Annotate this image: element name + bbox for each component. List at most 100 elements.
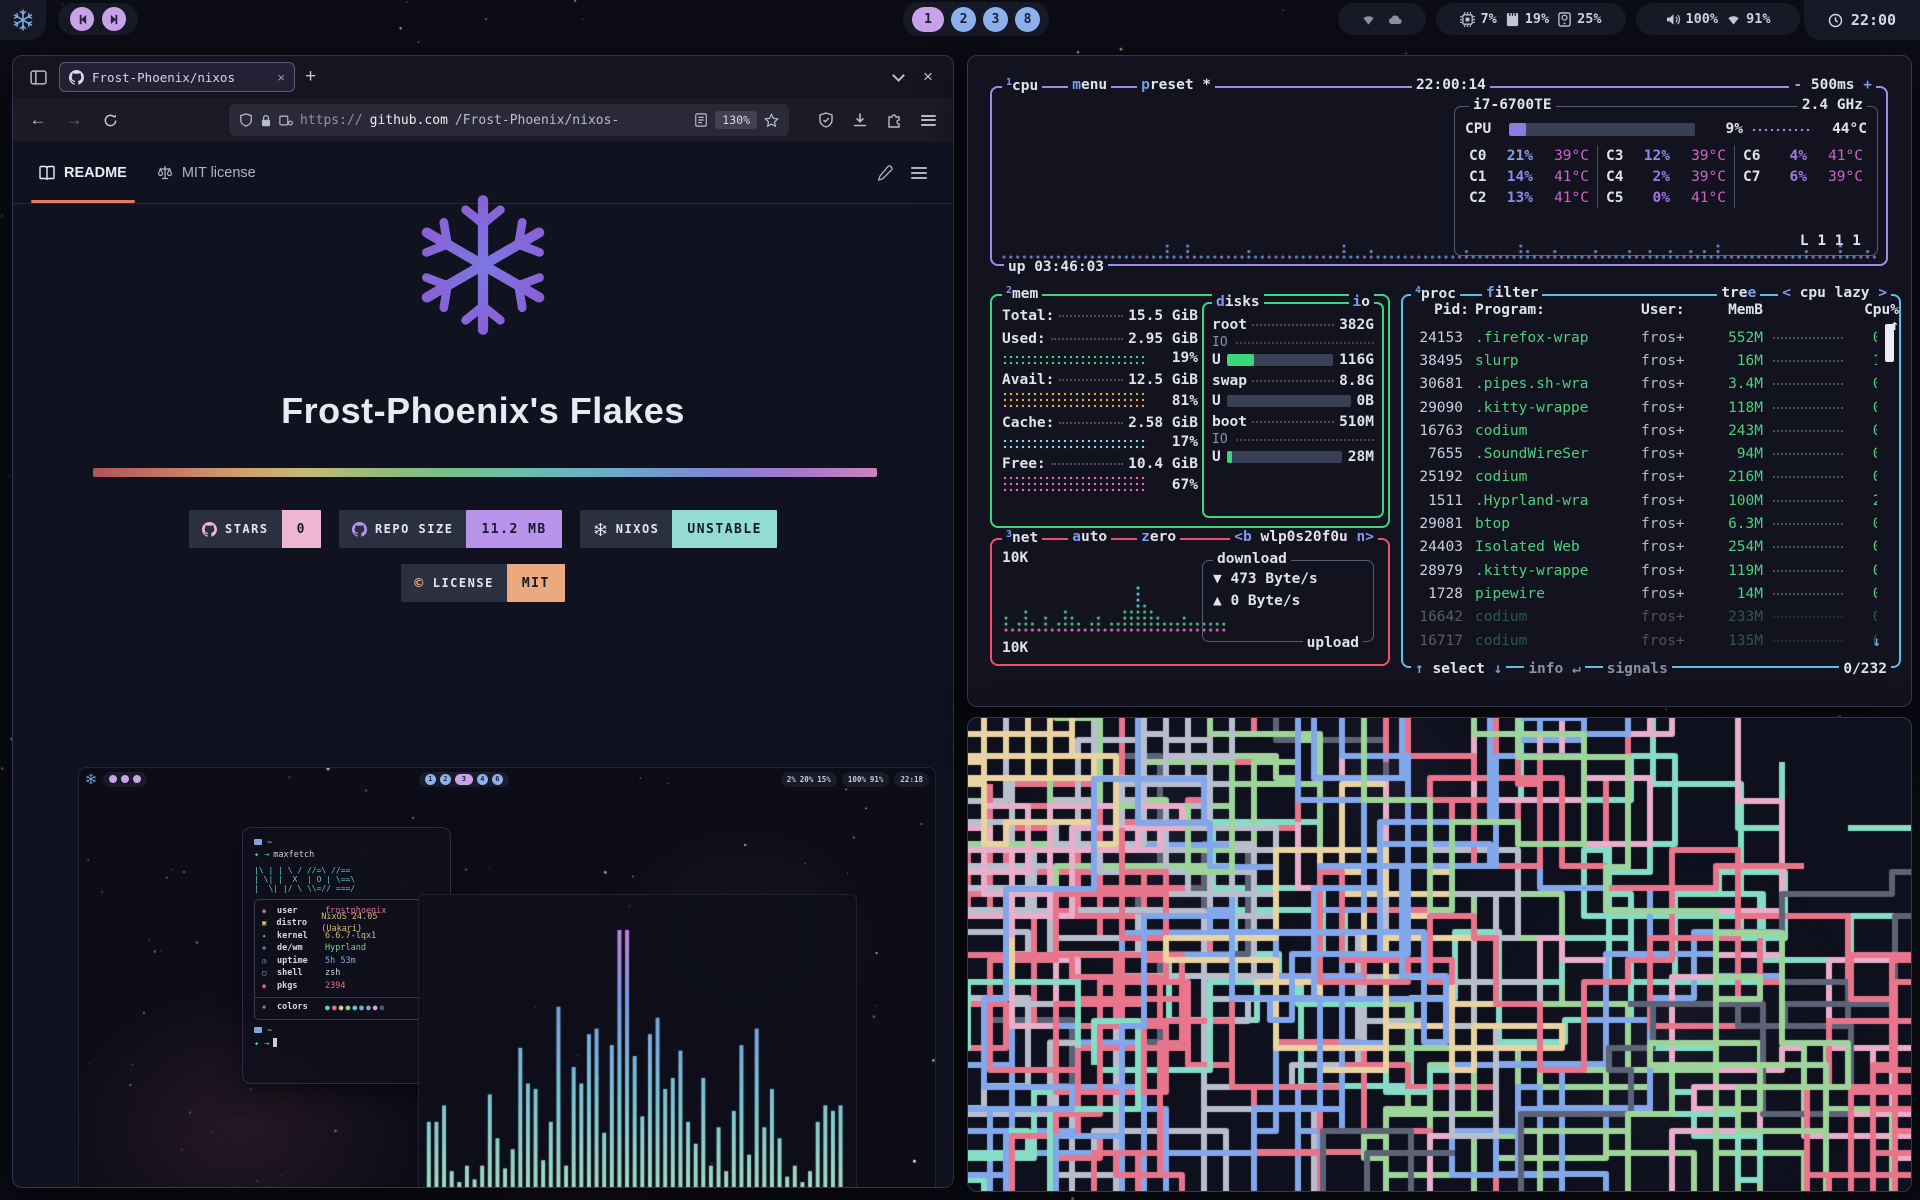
proc-cpu-graph: [1773, 593, 1843, 595]
extension-icon: [886, 112, 902, 128]
core-pct: 2%: [1636, 169, 1670, 185]
url-bar[interactable]: https://github.com/Frost-Phoenix/nixos- …: [229, 104, 789, 136]
mem-box-title[interactable]: 2mem: [1002, 285, 1042, 302]
outline-icon[interactable]: [911, 167, 927, 179]
proc-scrollbar[interactable]: [1885, 324, 1894, 650]
tab-mit-license[interactable]: MIT license: [157, 142, 256, 203]
topbar: 1238 7% 19% 25% 100% 91% 22:00: [0, 0, 1920, 38]
back-button[interactable]: ←: [23, 105, 53, 135]
cloud-icon: [1388, 12, 1403, 27]
window-close-button[interactable]: ×: [913, 62, 943, 92]
cpu-box-title[interactable]: 1cpu: [1002, 77, 1042, 94]
proc-row[interactable]: 16642codiumfros+233M0.0: [1413, 606, 1877, 629]
sort-control[interactable]: < cpu lazy >: [1778, 285, 1891, 301]
proc-row[interactable]: 30681.pipes.sh-wrafros+3.4M0.9: [1413, 373, 1877, 396]
proc-program: .Hyprland-wra: [1469, 493, 1641, 509]
bookmark-star-icon[interactable]: [764, 113, 779, 128]
net-interface[interactable]: <b wlp0s20f0u n>: [1230, 529, 1378, 545]
proc-pid: 24153: [1413, 330, 1469, 346]
tray-system-stats[interactable]: 7% 19% 25%: [1436, 3, 1626, 35]
disk-name-line: swap8.8G: [1212, 370, 1374, 391]
tray-network-widget[interactable]: [1338, 3, 1426, 35]
workspace-1[interactable]: 1: [912, 7, 944, 32]
proc-row[interactable]: 29090.kitty-wrappefros+118M0.9: [1413, 396, 1877, 419]
net-zero-button[interactable]: zero: [1137, 529, 1180, 546]
tab-close-button[interactable]: ×: [277, 70, 285, 85]
folder-icon: [254, 839, 262, 845]
menu-button[interactable]: menu: [1068, 77, 1111, 94]
proc-row[interactable]: 24403Isolated Webfros+254M0.0: [1413, 536, 1877, 559]
disk-size: 382G: [1339, 317, 1374, 333]
disks-title[interactable]: disks: [1212, 294, 1264, 310]
sidebar-toggle-button[interactable]: [23, 62, 53, 92]
io-mode-toggle[interactable]: io: [1349, 294, 1374, 310]
core-row: C021%39°C: [1469, 145, 1589, 166]
zoom-level-badge[interactable]: 130%: [715, 111, 757, 129]
workspace-8[interactable]: 8: [1015, 7, 1040, 32]
poll-rate-control[interactable]: - 500ms +: [1789, 77, 1876, 93]
core-pct: 4%: [1773, 148, 1807, 164]
disk-usage-bar: [1227, 451, 1342, 463]
proc-box-title[interactable]: 4proc: [1411, 285, 1460, 302]
media-prev-button[interactable]: [70, 7, 94, 31]
proc-row[interactable]: 29081btopfros+6.3M0.2: [1413, 512, 1877, 535]
fetch-key: uptime: [277, 956, 319, 968]
proc-mem: 552M: [1701, 330, 1763, 346]
downloads-button[interactable]: [845, 105, 875, 135]
filter-button[interactable]: filter: [1482, 285, 1542, 302]
proc-row[interactable]: 7655.SoundWireSerfros+94M0.2: [1413, 442, 1877, 465]
proc-row[interactable]: 24153.firefox-wrapfros+552M0.0: [1413, 326, 1877, 349]
net-auto-button[interactable]: auto: [1068, 529, 1111, 546]
proc-row[interactable]: 28979.kitty-wrappefros+119M0.0: [1413, 559, 1877, 582]
tab-readme[interactable]: README: [39, 142, 127, 203]
fetch-value: 6.6.7-lqx1: [325, 931, 376, 943]
dotted-leader: [1059, 315, 1123, 317]
dotted-leader: [1252, 324, 1334, 326]
workspace-2[interactable]: 2: [951, 7, 976, 32]
proc-row[interactable]: 16763codiumfros+243M0.0: [1413, 419, 1877, 442]
proc-row[interactable]: 25192codiumfros+216M0.0: [1413, 466, 1877, 489]
proc-row[interactable]: 1728pipewirefros+14M0.2: [1413, 582, 1877, 605]
dotted-leader: [1059, 379, 1123, 381]
signals-control[interactable]: signals: [1603, 661, 1672, 677]
proc-program: Isolated Web: [1469, 539, 1641, 555]
scroll-down-indicator: ↓: [1872, 634, 1881, 650]
proc-scrollbar-thumb[interactable]: [1885, 324, 1894, 362]
media-next-button[interactable]: [102, 7, 126, 31]
list-tabs-button[interactable]: [883, 62, 913, 92]
fetch-value: 5h 53m: [325, 956, 356, 968]
workspace-3[interactable]: 3: [983, 7, 1008, 32]
proc-row[interactable]: 1511.Hyprland-wrafros+100M2.2: [1413, 489, 1877, 512]
reader-mode-icon[interactable]: [694, 113, 708, 127]
select-control[interactable]: ↑ select ↓: [1411, 661, 1506, 677]
new-tab-button[interactable]: +: [305, 66, 316, 88]
cpu-cores-grid: C021%39°CC114%41°CC213%41°CC312%39°CC42%…: [1461, 145, 1871, 208]
extensions-button[interactable]: [879, 105, 909, 135]
forward-button[interactable]: →: [59, 105, 89, 135]
shield-check-button[interactable]: [811, 105, 841, 135]
badge-value: 0: [282, 510, 321, 548]
net-box-title[interactable]: 3net: [1002, 529, 1042, 546]
law-scales-icon: [157, 165, 173, 181]
tray-volume-wifi[interactable]: 100% 91%: [1636, 3, 1800, 35]
nixos-launcher[interactable]: [0, 0, 46, 40]
readme-screenshot: 12346 2% 20% 15% 100% 91% 22:18: [78, 767, 936, 1188]
reload-button[interactable]: [95, 105, 125, 135]
proc-pid: 16717: [1413, 633, 1469, 649]
reload-icon: [103, 113, 118, 128]
tree-toggle[interactable]: tree: [1717, 285, 1760, 301]
app-menu-button[interactable]: [913, 105, 943, 135]
proc-row[interactable]: 16717codiumfros+135M0.0: [1413, 629, 1877, 652]
cpu-total-label: CPU: [1465, 121, 1501, 137]
preset-button[interactable]: preset *: [1137, 77, 1215, 94]
proc-row[interactable]: 38495slurpfros+16M1.9: [1413, 349, 1877, 372]
cpu-frequency: 2.4 GHz: [1798, 97, 1867, 113]
badge-license: ©LICENSEMIT: [401, 564, 565, 602]
browser-tab[interactable]: Frost-Phoenix/nixos ×: [59, 62, 295, 92]
core-temp: 41°C: [1670, 190, 1726, 206]
edit-pencil-icon[interactable]: [877, 165, 893, 181]
clock-widget[interactable]: 22:00: [1804, 0, 1920, 40]
mem-label: Cache:: [1002, 415, 1054, 431]
info-control[interactable]: info ↵: [1524, 661, 1584, 677]
proc-mem: 254M: [1701, 539, 1763, 555]
